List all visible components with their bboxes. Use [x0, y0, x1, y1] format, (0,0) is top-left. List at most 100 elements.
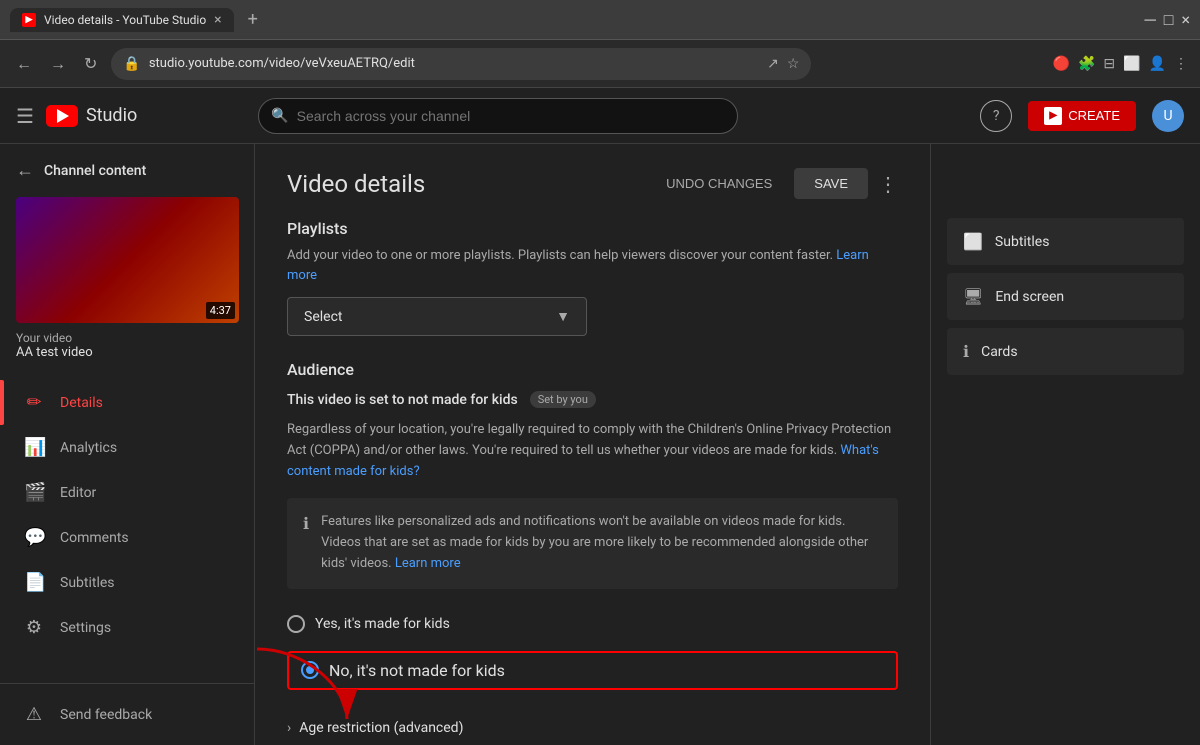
yes-kids-option[interactable]: Yes, it's made for kids — [287, 609, 898, 639]
header-right: ? ▶ CREATE U — [980, 100, 1184, 132]
no-kids-radio[interactable] — [301, 661, 319, 679]
yes-kids-label: Yes, it's made for kids — [315, 616, 450, 632]
yes-kids-radio[interactable] — [287, 615, 305, 633]
address-bar-row: ← → ↻ 🔒 studio.youtube.com/video/veVxeuA… — [0, 40, 1200, 88]
playlists-description: Add your video to one or more playlists.… — [287, 246, 898, 285]
sidebar-bottom: ⚠ Send feedback — [0, 683, 254, 745]
bookmark-icon[interactable]: ☆ — [787, 56, 800, 72]
ext-icon-4[interactable]: ⬜ — [1123, 56, 1140, 72]
right-panel: ⬜ Subtitles 🖥 End screen ℹ Cards — [930, 144, 1200, 745]
details-icon: ✏ — [24, 392, 44, 413]
content-area: Video details UNDO CHANGES SAVE ⋮ Playli… — [255, 144, 1200, 745]
feedback-icon: ⚠ — [24, 704, 44, 725]
sidebar-item-details[interactable]: ✏ Details — [0, 380, 254, 425]
hamburger-menu[interactable]: ☰ — [16, 104, 34, 128]
ext-icon-1[interactable]: 🔴 — [1053, 56, 1070, 72]
sidebar: ← Channel content 4:37 Your video AA tes… — [0, 144, 255, 745]
avatar[interactable]: U — [1152, 100, 1184, 132]
profile-icon[interactable]: 👤 — [1149, 56, 1166, 72]
save-button[interactable]: SAVE — [794, 168, 868, 199]
app-header: ☰ Studio 🔍 ? ▶ CREATE U — [0, 88, 1200, 144]
no-kids-option[interactable]: No, it's not made for kids — [287, 651, 898, 690]
sidebar-item-subtitles[interactable]: 📄 Subtitles — [0, 560, 254, 605]
minimize-button[interactable]: ─ — [1144, 10, 1155, 30]
video-type-label: Your video — [16, 331, 238, 345]
channel-title: Channel content — [44, 163, 146, 179]
sidebar-item-editor[interactable]: 🎬 Editor — [0, 470, 254, 515]
avatar-letter: U — [1163, 108, 1172, 124]
back-arrow-icon[interactable]: ← — [16, 160, 34, 181]
close-window-button[interactable]: × — [1181, 10, 1190, 29]
studio-label: Studio — [86, 105, 137, 126]
kids-description: Regardless of your location, you're lega… — [287, 420, 898, 482]
youtube-icon — [46, 105, 78, 127]
analytics-icon: 📊 — [24, 437, 44, 458]
video-preview: 4:37 Your video AA test video — [16, 197, 238, 368]
info-box-text: Features like personalized ads and notif… — [321, 512, 882, 574]
sidebar-item-settings[interactable]: ⚙ Settings — [0, 605, 254, 650]
sidebar-item-analytics-label: Analytics — [60, 440, 117, 456]
forward-nav-button[interactable]: → — [46, 50, 70, 78]
select-placeholder: Select — [304, 309, 342, 325]
logo[interactable]: Studio — [46, 105, 137, 127]
search-icon: 🔍 — [271, 108, 288, 124]
main-content: Video details UNDO CHANGES SAVE ⋮ Playli… — [255, 144, 930, 745]
ext-icon-3[interactable]: ⊟ — [1103, 56, 1115, 72]
sidebar-item-details-label: Details — [60, 395, 103, 411]
age-restriction-section[interactable]: › Age restriction (advanced) — [287, 710, 898, 745]
subtitles-panel-icon: ⬜ — [963, 232, 983, 251]
audience-title: Audience — [287, 360, 898, 379]
address-bar[interactable]: 🔒 studio.youtube.com/video/veVxeuAETRQ/e… — [111, 48, 811, 80]
url-text: studio.youtube.com/video/veVxeuAETRQ/edi… — [149, 56, 759, 71]
browser-controls: ─ □ × — [1144, 10, 1190, 30]
no-kids-label: No, it's not made for kids — [329, 661, 505, 680]
end-screen-panel-icon: 🖥 — [963, 287, 983, 306]
end-screen-panel-item[interactable]: 🖥 End screen — [947, 273, 1184, 320]
kids-info-box: ℹ Features like personalized ads and not… — [287, 498, 898, 588]
maximize-button[interactable]: □ — [1164, 10, 1174, 30]
send-feedback-button[interactable]: ⚠ Send feedback — [0, 692, 254, 737]
set-by-you-badge: Set by you — [530, 391, 596, 408]
dropdown-arrow-icon: ▼ — [556, 308, 570, 325]
playlists-section: Playlists Add your video to one or more … — [287, 219, 898, 336]
info-icon: ℹ — [303, 514, 309, 574]
channel-header[interactable]: ← Channel content — [0, 144, 254, 197]
browser-menu-icon[interactable]: ⋮ — [1174, 56, 1188, 72]
sidebar-item-analytics[interactable]: 📊 Analytics — [0, 425, 254, 470]
tab-favicon: ▶ — [22, 13, 36, 27]
subtitles-icon: 📄 — [24, 572, 44, 593]
sidebar-item-comments[interactable]: 💬 Comments — [0, 515, 254, 560]
radio-group: Yes, it's made for kids No, it's not mad… — [287, 609, 898, 690]
create-button[interactable]: ▶ CREATE — [1028, 101, 1136, 131]
info-learn-more-link[interactable]: Learn more — [395, 556, 461, 571]
undo-changes-button[interactable]: UNDO CHANGES — [654, 170, 784, 197]
search-input[interactable] — [297, 108, 726, 124]
subtitles-panel-item[interactable]: ⬜ Subtitles — [947, 218, 1184, 265]
new-tab-button[interactable]: + — [242, 9, 264, 30]
search-bar[interactable]: 🔍 — [258, 98, 738, 134]
tab-close-button[interactable]: × — [214, 12, 221, 28]
cards-panel-item[interactable]: ℹ Cards — [947, 328, 1184, 375]
share-icon[interactable]: ↗ — [767, 56, 779, 72]
create-icon: ▶ — [1044, 107, 1062, 125]
editor-icon: 🎬 — [24, 482, 44, 503]
kids-status: This video is set to not made for kids S… — [287, 391, 898, 408]
end-screen-panel-label: End screen — [995, 289, 1064, 305]
more-options-button[interactable]: ⋮ — [878, 172, 898, 196]
page-title: Video details — [287, 170, 425, 198]
sidebar-item-comments-label: Comments — [60, 530, 129, 546]
tab-title: Video details - YouTube Studio — [44, 13, 206, 27]
browser-frame: ▶ Video details - YouTube Studio × + ─ □… — [0, 0, 1200, 40]
ext-icon-2[interactable]: 🧩 — [1078, 56, 1095, 72]
sidebar-item-subtitles-label: Subtitles — [60, 575, 115, 591]
lock-icon: 🔒 — [123, 56, 140, 72]
reload-button[interactable]: ↻ — [80, 50, 101, 77]
back-nav-button[interactable]: ← — [12, 50, 36, 78]
browser-tab[interactable]: ▶ Video details - YouTube Studio × — [10, 8, 234, 32]
video-name: AA test video — [16, 345, 238, 360]
help-button[interactable]: ? — [980, 100, 1012, 132]
video-duration: 4:37 — [206, 302, 235, 319]
kids-status-label: This video is set to not made for kids — [287, 392, 518, 408]
playlist-select-dropdown[interactable]: Select ▼ — [287, 297, 587, 336]
sidebar-nav: ✏ Details 📊 Analytics 🎬 Editor 💬 Comment… — [0, 380, 254, 683]
